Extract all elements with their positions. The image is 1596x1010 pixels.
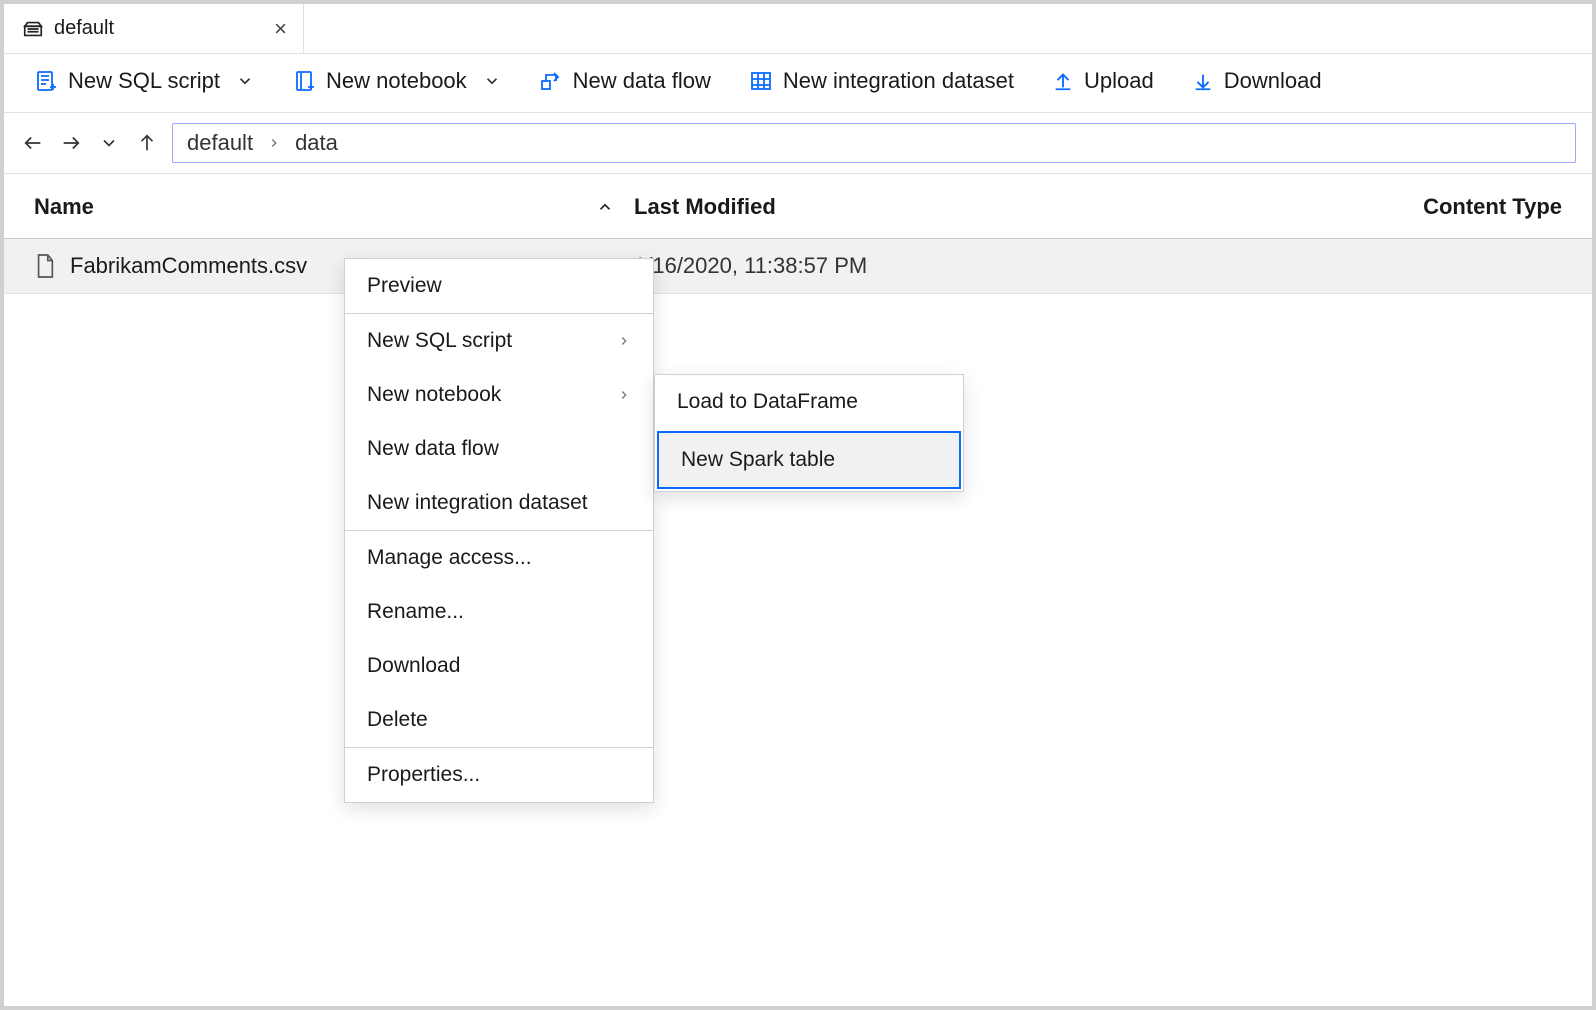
new-sql-script-button[interactable]: New SQL script <box>34 68 254 94</box>
sql-script-icon <box>34 69 58 93</box>
upload-button[interactable]: Upload <box>1052 68 1154 94</box>
breadcrumb-root[interactable]: default <box>187 130 253 156</box>
toolbar-label: Upload <box>1084 68 1154 94</box>
menu-item-download[interactable]: Download <box>345 639 653 693</box>
context-menu: Preview New SQL script New notebook New … <box>344 258 654 803</box>
column-header-name[interactable]: Name <box>34 194 634 220</box>
nav-back-button[interactable] <box>20 130 46 156</box>
chevron-down-icon <box>236 72 254 90</box>
upload-icon <box>1052 70 1074 92</box>
submenu-item-load-to-dataframe[interactable]: Load to DataFrame <box>655 375 963 429</box>
download-button[interactable]: Download <box>1192 68 1322 94</box>
nav-forward-button[interactable] <box>58 130 84 156</box>
submenu-new-notebook: Load to DataFrame New Spark table <box>654 374 964 492</box>
menu-item-rename[interactable]: Rename... <box>345 585 653 639</box>
menu-item-new-sql-script[interactable]: New SQL script <box>345 314 653 368</box>
submenu-item-new-spark-table[interactable]: New Spark table <box>657 431 961 489</box>
download-icon <box>1192 70 1214 92</box>
toolbar: New SQL script New notebook New data flo… <box>4 54 1592 113</box>
new-integration-dataset-button[interactable]: New integration dataset <box>749 68 1014 94</box>
nav-dropdown-button[interactable] <box>96 130 122 156</box>
menu-item-properties[interactable]: Properties... <box>345 748 653 802</box>
menu-item-new-data-flow[interactable]: New data flow <box>345 422 653 476</box>
table-header: Name Last Modified Content Type <box>4 174 1592 239</box>
tab-bar: default × <box>4 4 1592 54</box>
chevron-right-icon <box>617 388 631 402</box>
menu-item-new-integration-dataset[interactable]: New integration dataset <box>345 476 653 530</box>
close-icon[interactable]: × <box>274 16 287 42</box>
sort-ascending-icon <box>596 198 614 216</box>
notebook-icon <box>292 69 316 93</box>
menu-item-new-notebook[interactable]: New notebook <box>345 368 653 422</box>
menu-item-delete[interactable]: Delete <box>345 693 653 747</box>
new-data-flow-button[interactable]: New data flow <box>539 68 711 94</box>
toolbar-label: New SQL script <box>68 68 220 94</box>
tab-title: default <box>54 17 114 40</box>
file-last-modified: 1/16/2020, 11:38:57 PM <box>634 253 1382 279</box>
menu-item-manage-access[interactable]: Manage access... <box>345 531 653 585</box>
storage-icon <box>22 18 44 40</box>
nav-row: default data <box>4 113 1592 174</box>
data-flow-icon <box>539 69 563 93</box>
dataset-icon <box>749 69 773 93</box>
new-notebook-button[interactable]: New notebook <box>292 68 501 94</box>
file-icon <box>34 253 56 279</box>
toolbar-label: Download <box>1224 68 1322 94</box>
breadcrumb[interactable]: default data <box>172 123 1576 163</box>
tab-default[interactable]: default × <box>4 4 304 53</box>
toolbar-label: New notebook <box>326 68 467 94</box>
file-name: FabrikamComments.csv <box>70 253 307 279</box>
chevron-down-icon <box>483 72 501 90</box>
table-row[interactable]: FabrikamComments.csv 1/16/2020, 11:38:57… <box>4 239 1592 294</box>
menu-item-preview[interactable]: Preview <box>345 259 653 313</box>
toolbar-label: New data flow <box>573 68 711 94</box>
chevron-right-icon <box>617 334 631 348</box>
breadcrumb-folder[interactable]: data <box>295 130 338 156</box>
column-header-last-modified[interactable]: Last Modified <box>634 194 1382 220</box>
chevron-right-icon <box>267 136 281 150</box>
nav-up-button[interactable] <box>134 130 160 156</box>
column-header-content-type[interactable]: Content Type <box>1382 194 1562 220</box>
toolbar-label: New integration dataset <box>783 68 1014 94</box>
